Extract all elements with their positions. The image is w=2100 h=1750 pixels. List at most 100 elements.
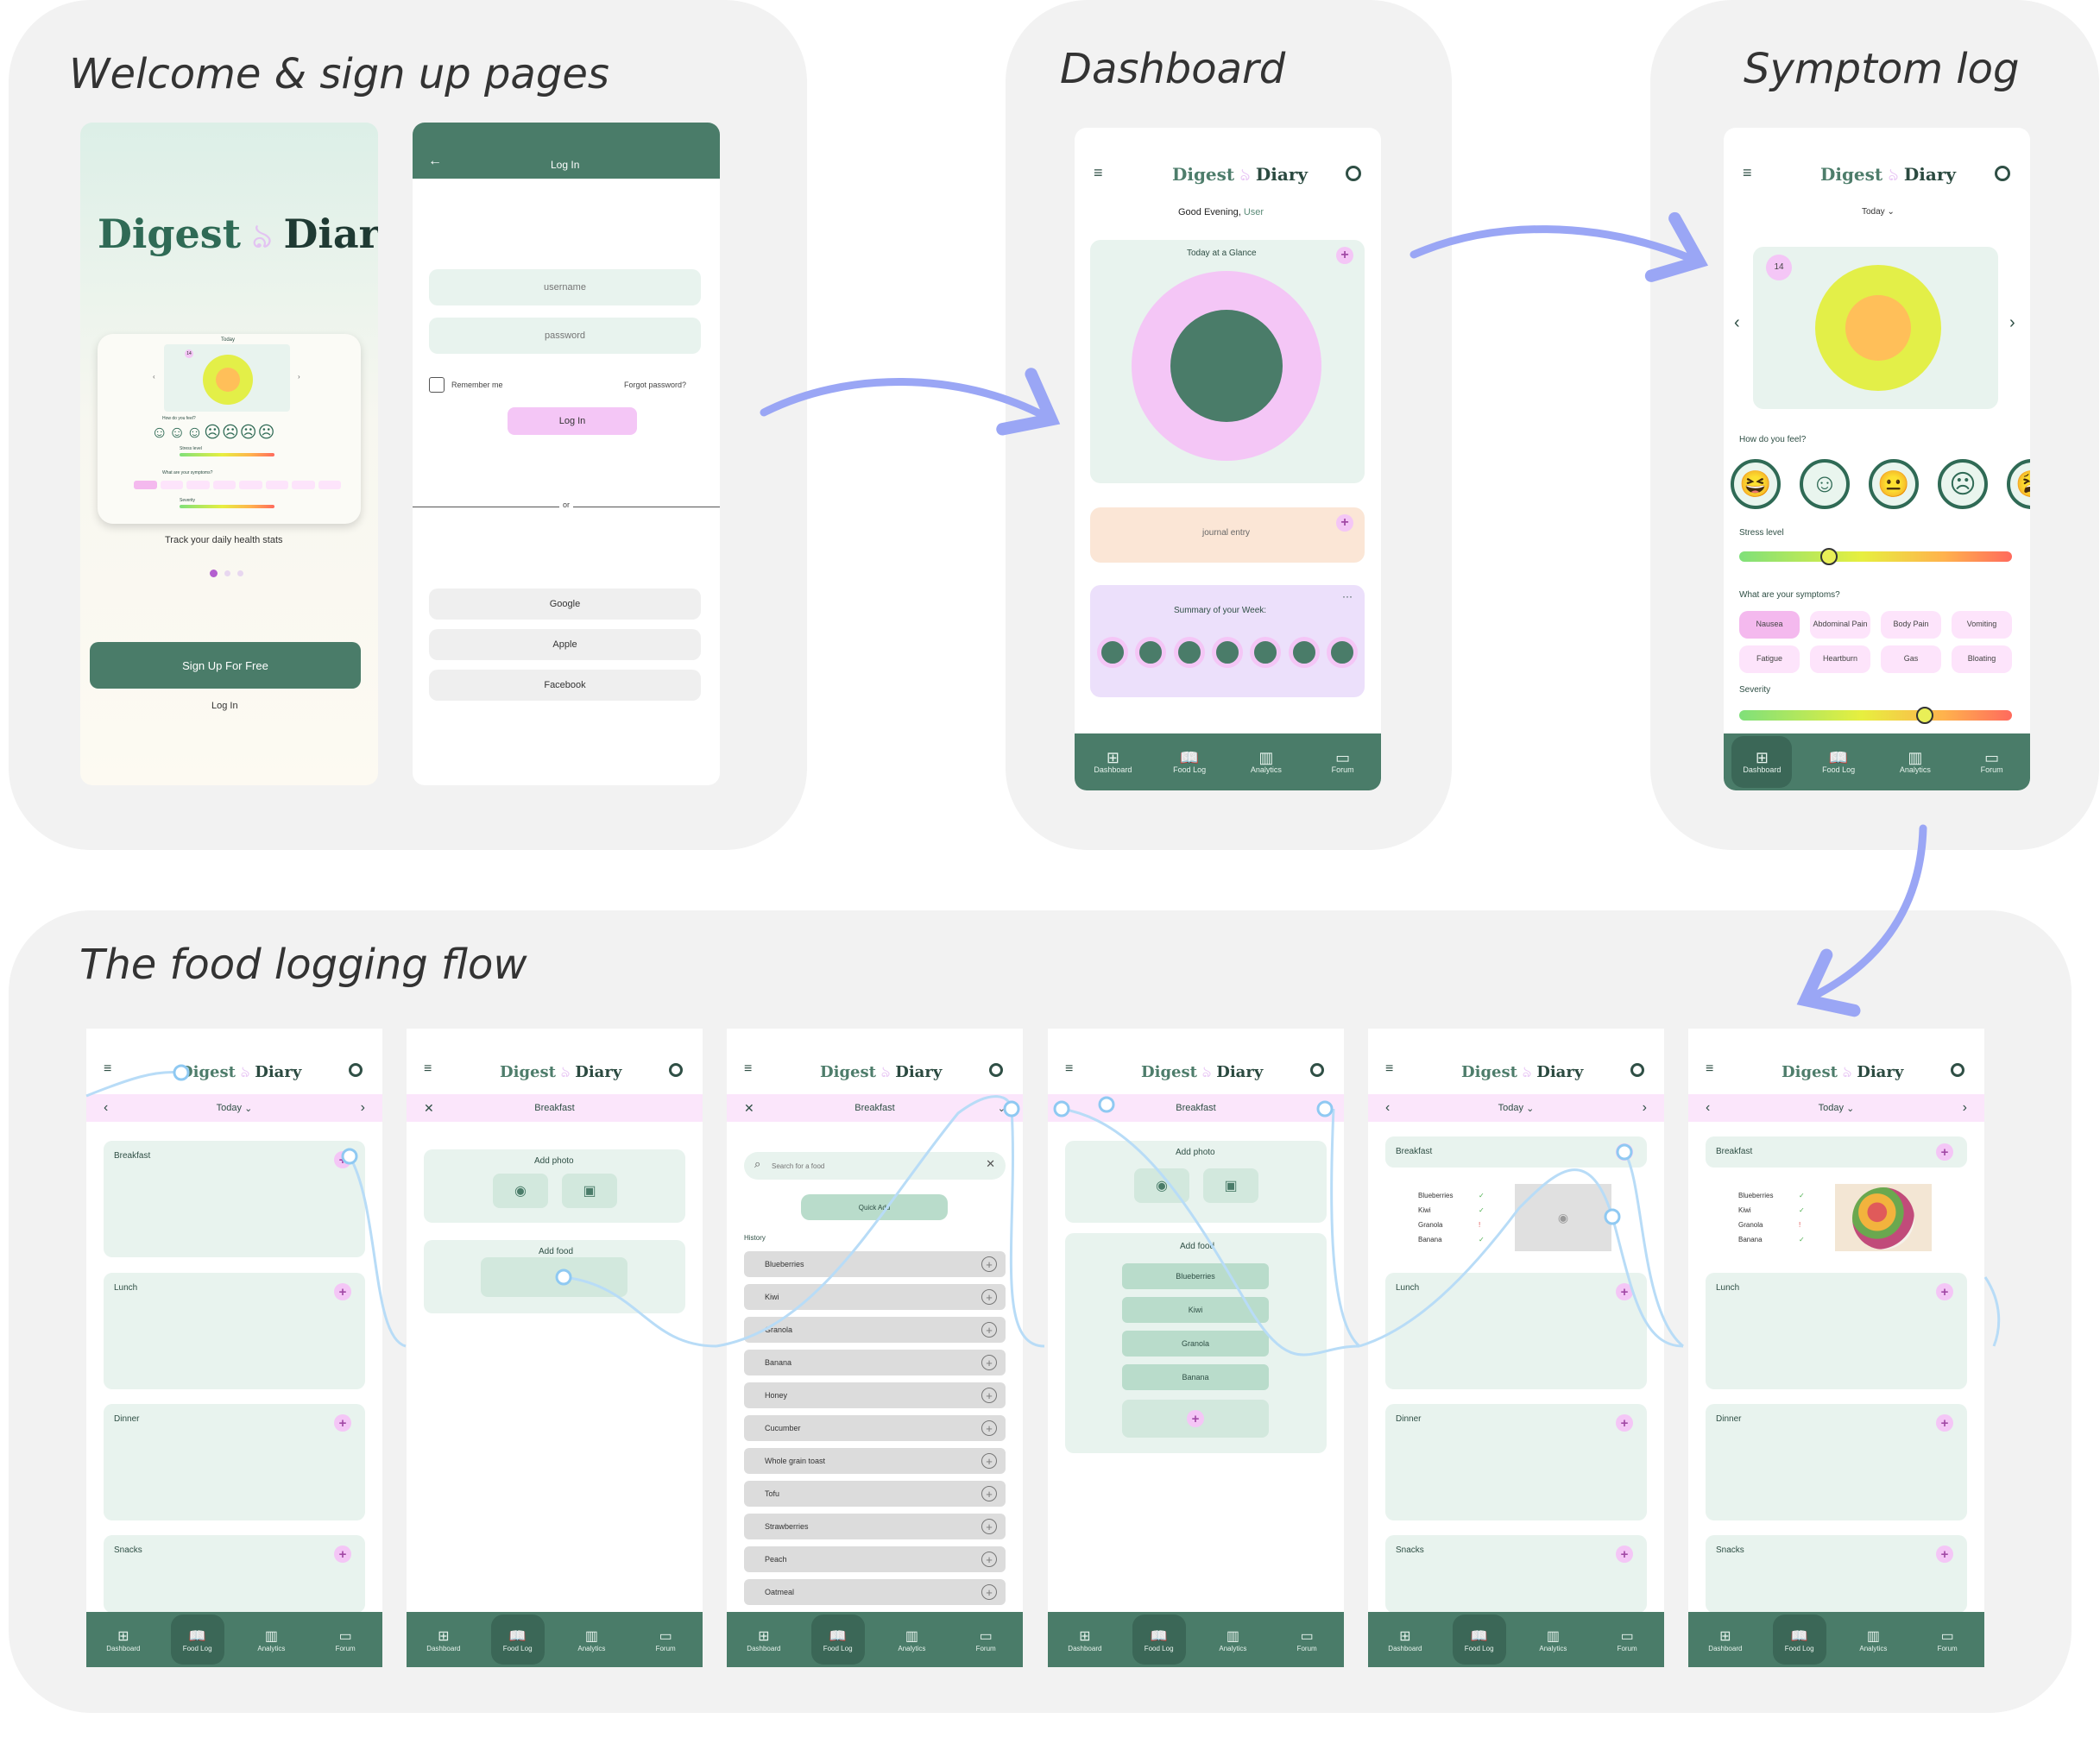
close-icon[interactable]: ✕ — [424, 1101, 434, 1116]
nav-foodlog[interactable]: 📖 Food Log — [1808, 738, 1869, 786]
account-icon[interactable] — [1310, 1063, 1324, 1077]
chip-bloating[interactable]: Bloating — [1952, 645, 2012, 673]
add-icon[interactable]: + — [1616, 1414, 1633, 1432]
nav-forum[interactable]: ▭ Forum — [1920, 1615, 1974, 1664]
chip-gas[interactable]: Gas — [1881, 645, 1941, 673]
journal-card[interactable]: journal entry + — [1090, 507, 1365, 563]
camera-button[interactable]: ◉ — [1134, 1168, 1189, 1203]
search-input[interactable] — [772, 1157, 962, 1174]
hamburger-menu-icon[interactable]: ≡ — [744, 1061, 752, 1077]
account-icon[interactable] — [1995, 166, 2010, 181]
journal-add-icon[interactable]: + — [1336, 514, 1353, 532]
nav-forum[interactable]: ▭ Forum — [1600, 1615, 1654, 1664]
nav-forum[interactable]: ▭ Forum — [959, 1615, 1012, 1664]
hamburger-menu-icon[interactable]: ≡ — [1065, 1061, 1073, 1077]
meal-card-breakfast[interactable]: Breakfast + — [104, 1141, 365, 1257]
add-icon[interactable]: + — [1936, 1414, 1953, 1432]
add-icon[interactable]: + — [1936, 1283, 1953, 1300]
nav-foodlog[interactable]: 📖 Food Log — [1772, 1615, 1826, 1665]
face-sick-icon[interactable]: 😫 — [2007, 459, 2030, 509]
add-icon[interactable]: + — [1936, 1143, 1953, 1161]
next-day-icon[interactable]: › — [1963, 1100, 1967, 1116]
next-day-icon[interactable]: › — [361, 1100, 365, 1116]
meal-card-snacks[interactable]: Snacks + — [1385, 1535, 1647, 1613]
nav-foodlog[interactable]: 📖 Food Log — [1132, 1615, 1186, 1665]
account-icon[interactable] — [349, 1063, 363, 1077]
history-food-row[interactable]: Kiwi + — [744, 1284, 1006, 1310]
nav-analytics[interactable]: ▥ Analytics — [1885, 738, 1945, 786]
chip-abdominal-pain[interactable]: Abdominal Pain — [1810, 611, 1870, 639]
add-circle-icon[interactable]: + — [981, 1289, 997, 1305]
account-icon[interactable] — [989, 1063, 1003, 1077]
add-icon[interactable]: + — [334, 1151, 351, 1168]
apple-button[interactable]: Apple — [429, 629, 701, 660]
chevron-down-icon[interactable]: ⌄ — [1319, 1103, 1327, 1114]
add-icon[interactable]: + — [334, 1283, 351, 1300]
account-icon[interactable] — [1346, 166, 1361, 181]
face-sad-icon[interactable]: ☹ — [1938, 459, 1988, 509]
back-icon[interactable]: ‹ — [1065, 1101, 1069, 1115]
carousel-dot[interactable] — [237, 570, 243, 576]
add-icon[interactable]: + — [1616, 1143, 1633, 1161]
facebook-button[interactable]: Facebook — [429, 670, 701, 701]
hamburger-menu-icon[interactable]: ≡ — [1385, 1061, 1393, 1077]
stress-slider[interactable] — [1739, 551, 2012, 562]
meal-card-lunch[interactable]: Lunch + — [1706, 1273, 1967, 1389]
face-neutral-icon[interactable]: 😐 — [1869, 459, 1919, 509]
nav-forum[interactable]: ▭ Forum — [1962, 738, 2022, 786]
history-food-row[interactable]: Blueberries + — [744, 1251, 1006, 1277]
date-label[interactable]: Today — [217, 1103, 242, 1113]
add-circle-icon[interactable]: + — [981, 1552, 997, 1567]
nav-analytics[interactable]: ▥ Analytics — [1206, 1615, 1259, 1664]
nav-foodlog[interactable]: 📖 Food Log — [1159, 738, 1220, 786]
clear-search-icon[interactable]: ✕ — [986, 1157, 995, 1171]
chip-fatigue[interactable]: Fatigue — [1739, 645, 1800, 673]
add-circle-icon[interactable]: + — [981, 1519, 997, 1534]
selected-food-row[interactable]: Granola — [1122, 1331, 1269, 1357]
carousel-dot-active[interactable] — [210, 570, 218, 577]
account-icon[interactable] — [669, 1063, 683, 1077]
nav-dashboard[interactable]: ⊞ Dashboard — [97, 1615, 150, 1664]
remember-checkbox[interactable] — [429, 377, 445, 393]
prev-day-icon[interactable]: ‹ — [1385, 1100, 1390, 1116]
history-food-row[interactable]: Whole grain toast + — [744, 1448, 1006, 1474]
gallery-button[interactable]: ▣ — [1203, 1168, 1258, 1203]
forgot-password-link[interactable]: Forgot password? — [624, 381, 686, 389]
nav-foodlog[interactable]: 📖 Food Log — [810, 1615, 865, 1665]
nav-forum[interactable]: ▭ Forum — [1280, 1615, 1334, 1664]
selected-food-row[interactable]: Banana — [1122, 1364, 1269, 1390]
meal-card-dinner[interactable]: Dinner + — [104, 1404, 365, 1520]
add-icon[interactable]: + — [1616, 1283, 1633, 1300]
password-field[interactable] — [429, 318, 701, 354]
hamburger-menu-icon[interactable]: ≡ — [1706, 1061, 1713, 1077]
prev-day-icon[interactable]: ‹ — [1734, 313, 1740, 333]
history-food-row[interactable]: Tofu + — [744, 1481, 1006, 1507]
nav-forum[interactable]: ▭ Forum — [318, 1615, 372, 1664]
add-circle-icon[interactable]: + — [981, 1420, 997, 1436]
nav-dashboard[interactable]: ⊞ Dashboard — [1699, 1615, 1752, 1664]
meal-card-dinner[interactable]: Dinner + — [1706, 1404, 1967, 1520]
add-circle-icon[interactable]: + — [981, 1584, 997, 1600]
add-circle-icon[interactable]: + — [981, 1322, 997, 1338]
add-icon[interactable]: + — [334, 1414, 351, 1432]
face-smile-icon[interactable]: ☺ — [1800, 459, 1850, 509]
meal-card-lunch[interactable]: Lunch + — [1385, 1273, 1647, 1389]
chip-vomiting[interactable]: Vomiting — [1952, 611, 2012, 639]
arrow-left-icon[interactable]: ← — [428, 154, 442, 169]
nav-foodlog[interactable]: 📖 Food Log — [490, 1615, 545, 1665]
add-circle-icon[interactable]: + — [981, 1355, 997, 1370]
add-icon[interactable]: + — [1616, 1545, 1633, 1563]
signup-button[interactable]: Sign Up For Free — [90, 642, 361, 689]
more-icon[interactable]: ··· — [1342, 590, 1353, 602]
nav-analytics[interactable]: ▥ Analytics — [1236, 738, 1296, 786]
account-icon[interactable] — [1630, 1063, 1644, 1077]
welcome-login-link[interactable]: Log In — [211, 701, 238, 711]
nav-analytics[interactable]: ▥ Analytics — [1526, 1615, 1580, 1664]
meal-card-dinner[interactable]: Dinner + — [1385, 1404, 1647, 1520]
gallery-button[interactable]: ▣ — [562, 1174, 617, 1208]
chevron-down-icon[interactable]: ⌄ — [998, 1103, 1006, 1114]
history-food-row[interactable]: Cucumber + — [744, 1415, 1006, 1441]
next-day-icon[interactable]: › — [2009, 313, 2015, 333]
nav-foodlog[interactable]: 📖 Food Log — [170, 1615, 224, 1665]
close-icon[interactable]: ✕ — [744, 1101, 754, 1116]
